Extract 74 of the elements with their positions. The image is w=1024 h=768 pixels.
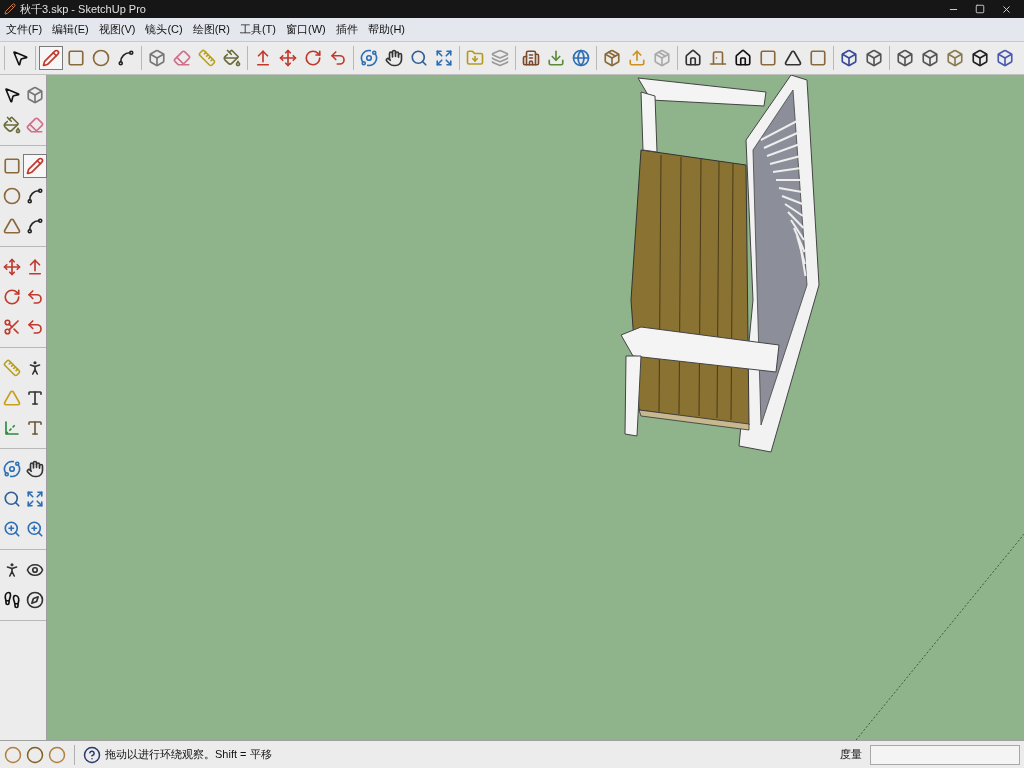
menu-item[interactable]: 编辑(E) — [50, 21, 91, 38]
paint-bucket-icon — [3, 116, 21, 134]
window-title: 秋千3.skp - SketchUp Pro — [20, 1, 146, 17]
building-icon — [522, 49, 540, 67]
orbit-icon — [3, 460, 21, 478]
pencil-icon — [26, 157, 44, 175]
menu-item[interactable]: 文件(F) — [4, 21, 45, 38]
menu-item[interactable]: 插件 — [333, 21, 360, 38]
cube-icon — [865, 49, 883, 67]
pencil-icon — [42, 49, 60, 67]
rectangle-icon — [67, 49, 85, 67]
square-icon — [759, 49, 777, 67]
circle-icon — [3, 187, 21, 205]
cube-icon — [946, 49, 964, 67]
door-icon — [709, 49, 727, 67]
zoom-extents-icon — [26, 490, 44, 508]
circle-icon — [92, 49, 110, 67]
rectangle-icon — [3, 157, 21, 175]
box-icon — [26, 86, 44, 104]
cube-icon — [840, 49, 858, 67]
menu-item[interactable]: 工具(T) — [237, 21, 278, 38]
move-icon — [3, 258, 21, 276]
zoom-window-icon — [26, 520, 44, 538]
triangle-icon — [3, 217, 21, 235]
zoom-window-icon — [3, 520, 21, 538]
menu-item[interactable]: 视图(V) — [96, 21, 138, 38]
zoom-extents-icon — [435, 49, 453, 67]
cube-icon — [921, 49, 939, 67]
hand-icon — [26, 460, 44, 478]
compass-icon — [26, 591, 44, 609]
menu-item[interactable]: 绘图(R) — [190, 21, 232, 38]
upload-icon — [628, 49, 646, 67]
menu-item[interactable]: 镜头(C) — [143, 21, 185, 38]
eraser-icon — [26, 116, 44, 134]
paint-bucket-icon — [223, 49, 241, 67]
arc-icon — [26, 187, 44, 205]
maximize-icon[interactable] — [975, 4, 985, 14]
cube-icon — [996, 49, 1014, 67]
rotate-icon — [304, 49, 322, 67]
arc-icon — [117, 49, 135, 67]
house-icon — [684, 49, 702, 67]
menu-item[interactable]: 窗口(W) — [284, 21, 328, 38]
hand-icon — [385, 49, 403, 67]
download-icon — [547, 49, 565, 67]
menu-item[interactable]: 帮助(H) — [365, 21, 407, 38]
move-icon — [279, 49, 297, 67]
rotate-icon — [3, 288, 21, 306]
folder-icon — [466, 49, 484, 67]
house-icon — [734, 49, 752, 67]
close-icon[interactable] — [1001, 3, 1012, 15]
pointer-icon — [3, 86, 21, 104]
package-icon — [603, 49, 621, 67]
measurements-field[interactable] — [870, 744, 1020, 765]
text-label-icon — [26, 389, 44, 407]
model-canvas[interactable] — [47, 75, 1024, 740]
status-hint: 拖动以进行环绕观察。Shift = 平移 — [105, 747, 272, 763]
search-icon — [3, 490, 21, 508]
package-icon — [653, 49, 671, 67]
cube-icon — [896, 49, 914, 67]
axes-icon — [3, 419, 21, 437]
layers-icon — [491, 49, 509, 67]
help-icon[interactable] — [83, 745, 101, 764]
globe-icon — [572, 49, 590, 67]
box-icon — [148, 49, 166, 67]
measurements-label: 度量 — [840, 747, 862, 763]
orbit-icon — [360, 49, 378, 67]
cube-icon — [971, 49, 989, 67]
triangle-icon — [784, 49, 802, 67]
square-icon — [809, 49, 827, 67]
pointer-icon — [11, 49, 29, 67]
footprints-icon — [3, 591, 21, 609]
search-icon — [410, 49, 428, 67]
eye-icon — [26, 561, 44, 579]
eraser-icon — [173, 49, 191, 67]
